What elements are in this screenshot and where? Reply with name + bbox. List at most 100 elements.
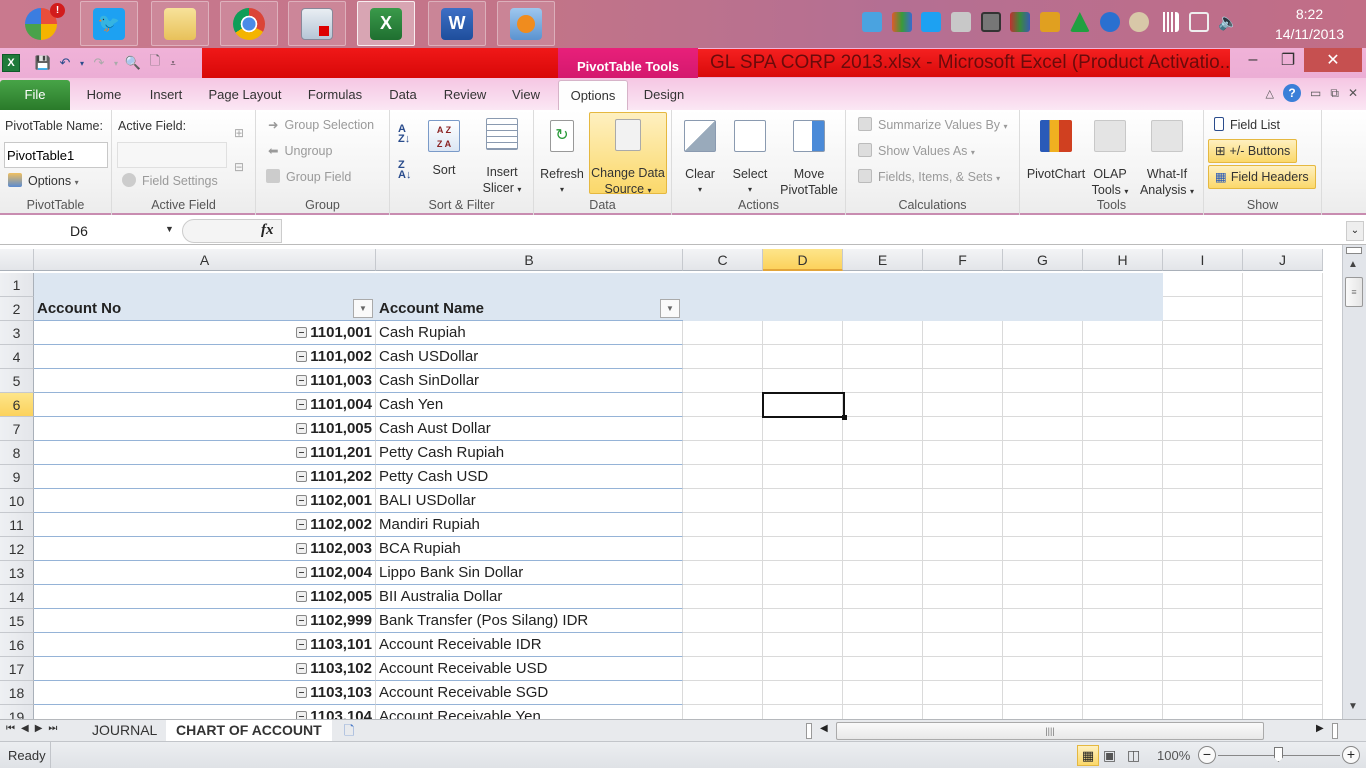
save-icon[interactable]: 💾 — [34, 54, 52, 72]
change-data-source-button[interactable]: Change Data Source ▾ — [589, 112, 667, 196]
cell-f[interactable] — [923, 537, 1003, 561]
zoom-slider-track[interactable] — [1218, 747, 1340, 762]
row-header-16[interactable]: 16 — [0, 633, 34, 657]
row-header-18[interactable]: 18 — [0, 681, 34, 705]
account-no-cell[interactable]: 1101,002 — [34, 345, 376, 369]
sort-z-a-button[interactable]: Z A↓ — [398, 160, 411, 181]
cell-h[interactable] — [1083, 393, 1163, 417]
cell-f[interactable] — [923, 465, 1003, 489]
zoom-out-button[interactable]: − — [1198, 746, 1216, 764]
account-no-cell[interactable]: 1102,001 — [34, 489, 376, 513]
row-header-15[interactable]: 15 — [0, 609, 34, 633]
cell-g[interactable] — [1003, 561, 1083, 585]
clear-button[interactable]: Clear ▾ — [678, 120, 722, 198]
download-manager-icon[interactable] — [891, 12, 912, 32]
cell-f[interactable] — [923, 393, 1003, 417]
collapse-icon[interactable] — [296, 711, 308, 719]
taskbar-app-recorder[interactable] — [288, 1, 346, 46]
cell-j[interactable] — [1243, 705, 1323, 719]
cell-j[interactable] — [1243, 489, 1323, 513]
customize-qat-icon[interactable]: ⩡ — [168, 54, 178, 72]
account-no-cell[interactable]: 1101,004 — [34, 393, 376, 417]
cell-g[interactable] — [1003, 465, 1083, 489]
move-pivottable-button[interactable]: Move PivotTable — [776, 120, 842, 198]
cell-c[interactable] — [683, 657, 763, 681]
excel-app-icon[interactable]: X — [2, 54, 20, 72]
cell-c[interactable] — [683, 297, 763, 321]
green-triangle-icon[interactable] — [1069, 12, 1090, 32]
cell-e[interactable] — [843, 705, 923, 719]
account-name-cell[interactable]: Account Receivable IDR — [376, 633, 683, 657]
name-box-dropdown-icon[interactable]: ▼ — [165, 224, 174, 234]
refresh-button[interactable]: ↻ Refresh ▾ — [538, 120, 586, 198]
workbook-minimize-icon[interactable]: ▭ — [1310, 86, 1321, 100]
row-header-7[interactable]: 7 — [0, 417, 34, 441]
cell-h[interactable] — [1083, 369, 1163, 393]
sort-button[interactable]: A ZZ A Sort — [426, 120, 462, 178]
row-header-17[interactable]: 17 — [0, 657, 34, 681]
show-values-as-button[interactable]: Show Values As ▾ — [858, 143, 975, 158]
ungroup-button[interactable]: ⬅ Ungroup — [268, 143, 332, 158]
account-no-cell[interactable]: 1102,004 — [34, 561, 376, 585]
cell-i[interactable] — [1163, 417, 1243, 441]
cell-c[interactable] — [683, 585, 763, 609]
summarize-values-button[interactable]: Summarize Values By ▾ — [858, 117, 1008, 132]
vertical-scrollbar[interactable]: ▲ ≡ ▼ — [1342, 245, 1366, 719]
cell-b[interactable] — [376, 273, 683, 297]
cell-a[interactable] — [34, 273, 376, 297]
row-header-10[interactable]: 10 — [0, 489, 34, 513]
page-layout-view-icon[interactable]: ▣ — [1103, 747, 1116, 764]
cell-d[interactable] — [763, 585, 843, 609]
cell-d[interactable] — [763, 681, 843, 705]
cell-h[interactable] — [1083, 705, 1163, 719]
row-header-5[interactable]: 5 — [0, 369, 34, 393]
account-name-cell[interactable]: Account Receivable Yen — [376, 705, 683, 719]
cell-c[interactable] — [683, 489, 763, 513]
tab-file[interactable]: File — [0, 80, 70, 110]
row-header-11[interactable]: 11 — [0, 513, 34, 537]
cell-c[interactable] — [683, 441, 763, 465]
cell-g[interactable] — [1003, 273, 1083, 297]
redo-dropdown-icon[interactable]: ▾ — [112, 54, 120, 72]
cell-h[interactable] — [1083, 681, 1163, 705]
cell-i[interactable] — [1163, 657, 1243, 681]
cell-j[interactable] — [1243, 585, 1323, 609]
expand-formula-bar-icon[interactable]: ⌄ — [1346, 221, 1364, 241]
cell-i[interactable] — [1163, 441, 1243, 465]
cell-f[interactable] — [923, 489, 1003, 513]
row-header-6[interactable]: 6 — [0, 393, 34, 417]
account-name-cell[interactable]: Bank Transfer (Pos Silang) IDR — [376, 609, 683, 633]
cell-i[interactable] — [1163, 369, 1243, 393]
what-if-analysis-button[interactable]: What-If Analysis ▾ — [1136, 120, 1198, 200]
collapse-icon[interactable] — [296, 351, 308, 362]
twitter-icon[interactable] — [921, 12, 942, 32]
row-header-8[interactable]: 8 — [0, 441, 34, 465]
cell-f[interactable] — [923, 369, 1003, 393]
horizontal-scroll-thumb[interactable]: |||| — [836, 722, 1264, 740]
cell-d[interactable] — [763, 609, 843, 633]
cell-j[interactable] — [1243, 441, 1323, 465]
tab-insert[interactable]: Insert — [142, 80, 190, 110]
account-no-filter-dropdown[interactable]: ▼ — [353, 299, 373, 318]
account-name-cell[interactable]: Petty Cash Rupiah — [376, 441, 683, 465]
cell-c[interactable] — [683, 321, 763, 345]
cell-f[interactable] — [923, 561, 1003, 585]
tab-formulas[interactable]: Formulas — [302, 80, 368, 110]
help-icon[interactable]: ? — [1283, 84, 1302, 102]
cell-i[interactable] — [1163, 465, 1243, 489]
cell-g[interactable] — [1003, 297, 1083, 321]
account-no-cell[interactable]: 1103,103 — [34, 681, 376, 705]
cell-c[interactable] — [683, 513, 763, 537]
account-name-cell[interactable]: Cash Rupiah — [376, 321, 683, 345]
zoom-slider-thumb[interactable] — [1274, 747, 1283, 762]
insert-slicer-button[interactable]: Insert Slicer ▾ — [478, 118, 526, 198]
column-header-a[interactable]: A — [34, 249, 376, 271]
cell-i[interactable] — [1163, 705, 1243, 719]
cell-h[interactable] — [1083, 297, 1163, 321]
account-name-cell[interactable]: Mandiri Rupiah — [376, 513, 683, 537]
cell-f[interactable] — [923, 609, 1003, 633]
cell-i[interactable] — [1163, 609, 1243, 633]
cell-i[interactable] — [1163, 585, 1243, 609]
cell-j[interactable] — [1243, 609, 1323, 633]
fields-items-sets-button[interactable]: Fields, Items, & Sets ▾ — [858, 169, 1000, 184]
